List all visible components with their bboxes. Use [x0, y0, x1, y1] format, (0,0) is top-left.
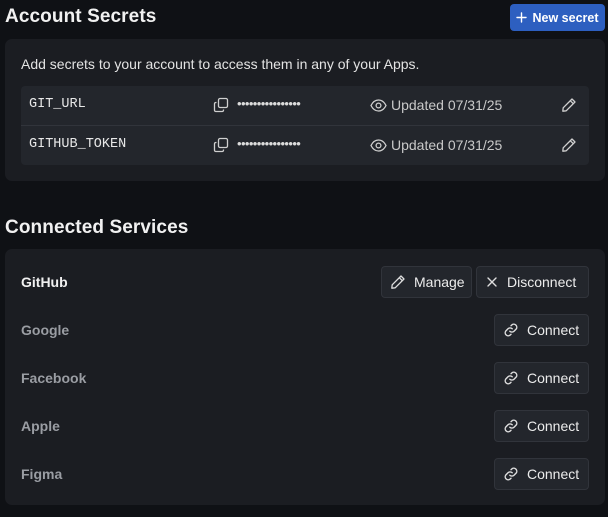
link-icon — [504, 323, 518, 337]
new-secret-button[interactable]: New secret — [510, 4, 605, 31]
eye-icon[interactable] — [370, 138, 387, 153]
link-icon — [504, 419, 518, 433]
secret-masked-value: •••••••••••••••• — [237, 136, 301, 151]
service-row-apple: Apple Connect — [5, 409, 605, 443]
disconnect-button[interactable]: Disconnect — [476, 266, 589, 298]
service-name: Google — [21, 322, 70, 338]
pencil-icon[interactable] — [561, 137, 577, 153]
account-settings-page: Account Secrets New secret Add secrets t… — [0, 0, 608, 517]
account-secrets-panel: Add secrets to your account to access th… — [5, 39, 605, 181]
new-secret-label: New secret — [532, 10, 599, 25]
manage-button[interactable]: Manage — [381, 266, 472, 298]
eye-icon[interactable] — [370, 98, 387, 113]
secret-row: GIT_URL •••••••••••••••• Updated 07/31/2… — [21, 86, 589, 126]
connect-label: Connect — [527, 370, 580, 386]
connect-button[interactable]: Connect — [494, 362, 589, 394]
close-icon — [487, 277, 497, 287]
link-icon — [504, 467, 518, 481]
connect-button[interactable]: Connect — [494, 458, 589, 490]
secret-masked-value: •••••••••••••••• — [237, 96, 301, 111]
copy-icon[interactable] — [213, 97, 229, 113]
service-row-github: GitHub Manage Disconnect — [5, 265, 605, 299]
service-row-facebook: Facebook Connect — [5, 361, 605, 395]
secret-name: GIT_URL — [29, 97, 86, 112]
connect-button[interactable]: Connect — [494, 314, 589, 346]
connect-label: Connect — [527, 418, 580, 434]
connected-services-title: Connected Services — [5, 217, 189, 238]
service-name: GitHub — [21, 274, 68, 290]
pencil-icon[interactable] — [561, 97, 577, 113]
service-name: Figma — [21, 466, 63, 482]
secrets-table: GIT_URL •••••••••••••••• Updated 07/31/2… — [21, 86, 589, 165]
disconnect-label: Disconnect — [507, 274, 577, 290]
service-name: Facebook — [21, 370, 87, 386]
secret-updated-date: Updated 07/31/25 — [391, 137, 503, 153]
manage-label: Manage — [414, 274, 465, 290]
copy-icon[interactable] — [213, 137, 229, 153]
connected-services-panel: GitHub Manage Disconnect Google Connect … — [5, 249, 605, 505]
connect-label: Connect — [527, 322, 580, 338]
plus-icon — [516, 12, 528, 23]
secret-updated-date: Updated 07/31/25 — [391, 97, 503, 113]
pencil-icon — [391, 275, 405, 289]
service-row-figma: Figma Connect — [5, 457, 605, 491]
account-secrets-title: Account Secrets — [5, 6, 157, 27]
account-secrets-description: Add secrets to your account to access th… — [21, 56, 420, 72]
connect-button[interactable]: Connect — [494, 410, 589, 442]
service-row-google: Google Connect — [5, 313, 605, 347]
connect-label: Connect — [527, 466, 580, 482]
service-name: Apple — [21, 418, 60, 434]
secret-name: GITHUB_TOKEN — [29, 137, 127, 152]
secret-row: GITHUB_TOKEN •••••••••••••••• Updated 07… — [21, 126, 589, 165]
link-icon — [504, 371, 518, 385]
